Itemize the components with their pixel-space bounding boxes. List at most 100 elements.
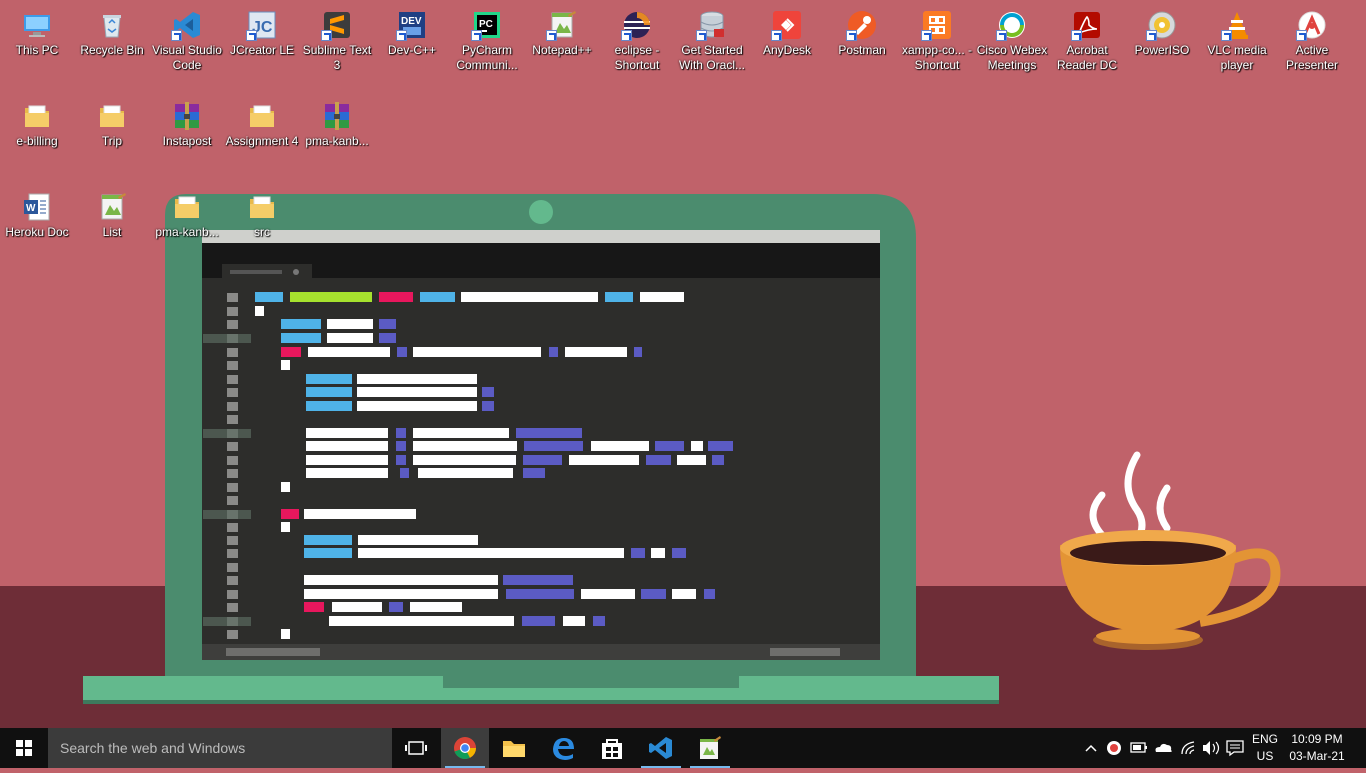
desktop-icon[interactable]: AnyDesk <box>750 3 824 58</box>
recycle-bin-icon <box>96 9 128 41</box>
desktop-icon[interactable]: Assignment 4 <box>225 94 299 149</box>
folder-icon <box>503 741 525 757</box>
desktop-icon[interactable]: List <box>75 185 149 240</box>
tray-notifications-button[interactable] <box>1224 728 1246 768</box>
battery-icon <box>1130 742 1147 753</box>
notepadpp-file-icon <box>96 191 128 223</box>
desktop-icon[interactable]: Active Presenter <box>1275 3 1349 73</box>
desktop-icon-label: Get Started With Oracl... <box>678 43 745 72</box>
svg-text:DEV: DEV <box>401 16 422 27</box>
winrar-archive-icon <box>171 100 203 132</box>
desktop-icon[interactable]: Postman <box>825 3 899 58</box>
desktop-icon-label: Instapost <box>162 134 212 148</box>
desktop-icon[interactable]: This PC <box>0 3 74 58</box>
taskbar-edge-button[interactable] <box>539 728 587 768</box>
tray-battery-button[interactable] <box>1128 728 1150 768</box>
desktop-icon[interactable]: Cisco Webex Meetings <box>975 3 1049 73</box>
shortcut-arrow-icon <box>471 30 482 41</box>
oracle-db-icon <box>696 9 728 41</box>
webex-icon <box>996 9 1028 41</box>
search-box[interactable]: Search the web and Windows <box>48 728 392 768</box>
tray-wifi-button[interactable] <box>1178 728 1200 768</box>
taskbar-notepadpp-button[interactable] <box>686 728 734 768</box>
shortcut-arrow-icon <box>846 30 857 41</box>
anydesk-icon <box>771 9 803 41</box>
desktop-icon-label: Acrobat Reader DC <box>1056 43 1118 72</box>
start-button[interactable] <box>0 728 48 768</box>
tray-app-button[interactable] <box>1104 728 1124 768</box>
desktop-icon[interactable]: pma-kanb... <box>300 94 374 149</box>
desktop-icon-label: Visual Studio Code <box>152 43 222 72</box>
taskbar-task-view-button[interactable] <box>392 728 440 768</box>
folder-icon <box>21 100 53 132</box>
desktop-icon-label: Dev-C++ <box>387 43 437 57</box>
desktop-icon-label: pma-kanb... <box>155 225 219 239</box>
clock-date: 03-Mar-21 <box>1289 749 1345 763</box>
tray-volume-button[interactable] <box>1200 728 1222 768</box>
desktop-icon[interactable]: Recycle Bin <box>75 3 149 58</box>
tray-language-indicator[interactable]: ENG US <box>1250 731 1280 765</box>
folder-icon <box>246 100 278 132</box>
wifi-icon <box>1181 741 1195 755</box>
tray-onedrive-button[interactable] <box>1152 728 1174 768</box>
poweriso-icon <box>1146 9 1178 41</box>
desktop-icon[interactable]: DEV Dev-C++ <box>375 3 449 58</box>
desktop-icon[interactable]: PowerISO <box>1125 3 1199 58</box>
shortcut-arrow-icon <box>921 30 932 41</box>
desktop-icon[interactable]: xampp-co... - Shortcut <box>900 3 974 73</box>
desktop-icon-label: PowerISO <box>1134 43 1190 57</box>
desktop-icon[interactable]: Trip <box>75 94 149 149</box>
desktop-icon-label: VLC media player <box>1207 43 1267 72</box>
desktop-icon[interactable]: PC PyCharm Communi... <box>450 3 524 73</box>
xampp-icon <box>921 9 953 41</box>
chevron-up-icon <box>1085 744 1097 752</box>
desktop-icon[interactable]: Get Started With Oracl... <box>675 3 749 73</box>
shortcut-arrow-icon <box>171 30 182 41</box>
desktop-icon[interactable]: VLC media player <box>1200 3 1274 73</box>
desktop-icon[interactable]: e-billing <box>0 94 74 149</box>
store-icon <box>602 739 622 759</box>
desktop-icon[interactable]: W Heroku Doc <box>0 185 74 240</box>
search-placeholder: Search the web and Windows <box>60 740 246 756</box>
desktop-icon[interactable]: pma-kanb... <box>150 185 224 240</box>
desktop-icon[interactable]: Acrobat Reader DC <box>1050 3 1124 73</box>
desktop-icon[interactable]: JC JCreator LE <box>225 3 299 58</box>
desktop-icon[interactable]: src <box>225 185 299 240</box>
desktop-icon-label: Trip <box>101 134 123 148</box>
shortcut-arrow-icon <box>621 30 632 41</box>
volume-icon <box>1203 741 1220 755</box>
desktop-icon-label: JCreator LE <box>229 43 295 57</box>
shortcut-arrow-icon <box>1221 30 1232 41</box>
desktop-icon-label: Recycle Bin <box>80 43 144 57</box>
tray-clock[interactable]: 10:09 PM 03-Mar-21 <box>1282 731 1352 765</box>
notepadpp-icon <box>546 9 578 41</box>
shortcut-arrow-icon <box>1296 30 1307 41</box>
taskbar-vscode-button[interactable] <box>637 728 685 768</box>
taskbar-chrome-button[interactable] <box>441 728 489 768</box>
desktop-icon[interactable]: Sublime Text 3 <box>300 3 374 73</box>
taskbar-store-button[interactable] <box>588 728 636 768</box>
desktop-icon[interactable]: Notepad++ <box>525 3 599 58</box>
notepadpp-icon <box>700 736 721 759</box>
shortcut-arrow-icon <box>996 30 1007 41</box>
devcpp-icon: DEV <box>396 9 428 41</box>
desktop-icon[interactable]: Visual Studio Code <box>150 3 224 73</box>
tray-show-hidden-icons[interactable] <box>1082 728 1100 768</box>
computer-icon <box>21 9 53 41</box>
desktop-icon-label: e-billing <box>16 134 58 148</box>
shortcut-arrow-icon <box>771 30 782 41</box>
desktop-icon-label: xampp-co... - Shortcut <box>901 43 973 72</box>
svg-text:PC: PC <box>479 19 493 30</box>
chrome-icon <box>454 737 476 760</box>
desktop-icon[interactable]: eclipse - Shortcut <box>600 3 674 73</box>
desktop-icon[interactable]: Instapost <box>150 94 224 149</box>
word-doc-icon: W <box>21 191 53 223</box>
eclipse-icon <box>621 9 653 41</box>
taskbar-file-explorer-button[interactable] <box>490 728 538 768</box>
svg-text:W: W <box>26 203 36 214</box>
folder-icon <box>171 191 203 223</box>
vlc-icon <box>1221 9 1253 41</box>
shortcut-arrow-icon <box>396 30 407 41</box>
onedrive-icon <box>1155 743 1172 752</box>
desktop-icon-label: Assignment 4 <box>225 134 299 148</box>
